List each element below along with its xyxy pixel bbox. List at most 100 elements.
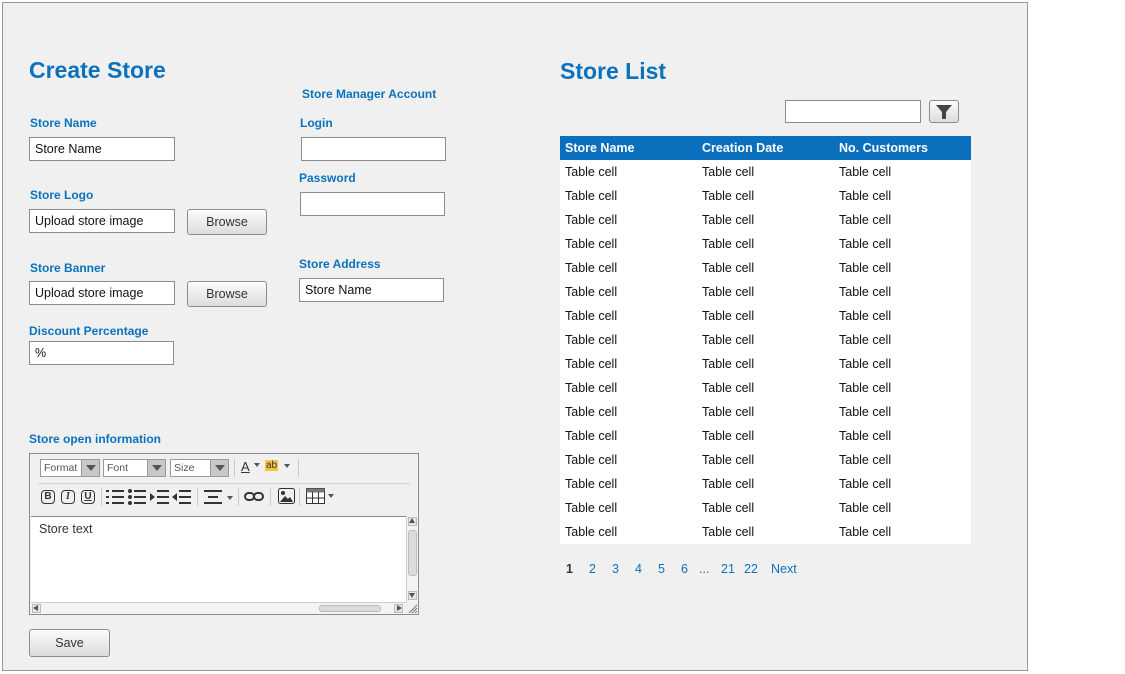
chevron-down-icon <box>254 463 260 467</box>
chevron-down-icon <box>227 496 233 500</box>
table-cell: Table cell <box>702 477 755 491</box>
underline-button[interactable]: U <box>81 490 95 504</box>
table-cell: Table cell <box>565 381 618 395</box>
chevron-up-icon <box>409 518 415 523</box>
column-header-store-name[interactable]: Store Name <box>560 136 697 160</box>
table-row[interactable]: Table cell Table cell Table cell <box>560 400 971 424</box>
toolbar-divider <box>298 459 299 477</box>
table-row[interactable]: Table cell Table cell Table cell <box>560 376 971 400</box>
indent-icon[interactable] <box>150 489 169 505</box>
table-row[interactable]: Table cell Table cell Table cell <box>560 448 971 472</box>
page-link[interactable]: 4 <box>635 562 658 576</box>
page-current: 1 <box>566 562 573 576</box>
page-link[interactable]: 6 <box>681 562 699 576</box>
editor-content-area[interactable]: Store text <box>31 516 406 602</box>
store-logo-label: Store Logo <box>30 188 94 202</box>
table-row[interactable]: Table cell Table cell Table cell <box>560 232 971 256</box>
table-row[interactable]: Table cell Table cell Table cell <box>560 496 971 520</box>
page-link[interactable]: 21 <box>721 562 744 576</box>
table-cell: Table cell <box>702 357 755 371</box>
discount-input[interactable]: % <box>29 341 174 365</box>
login-input[interactable] <box>301 137 446 161</box>
table-insert-button[interactable] <box>306 488 336 504</box>
store-banner-input[interactable]: Upload store image <box>29 281 175 305</box>
image-icon[interactable] <box>278 488 295 504</box>
table-cell: Table cell <box>839 429 892 443</box>
table-cell: Table cell <box>565 309 618 323</box>
table-cell: Table cell <box>839 189 892 203</box>
table-cell: Table cell <box>702 333 755 347</box>
editor-horizontal-scrollbar[interactable] <box>31 602 406 614</box>
toolbar-divider <box>299 488 300 506</box>
filter-button[interactable] <box>929 100 959 123</box>
table-cell: Table cell <box>565 357 618 371</box>
toolbar-row-divider <box>38 483 410 484</box>
format-select[interactable]: Format <box>40 459 100 477</box>
bullet-list-icon[interactable] <box>128 489 146 505</box>
column-header-customers[interactable]: No. Customers <box>834 136 971 160</box>
outdent-icon[interactable] <box>172 489 191 505</box>
discount-label: Discount Percentage <box>29 324 149 338</box>
highlight-color-button[interactable]: ab <box>264 459 292 477</box>
italic-button[interactable]: I <box>61 490 75 504</box>
font-select[interactable]: Font <box>103 459 166 477</box>
table-body: Table cell Table cell Table cell Table cell… <box>560 160 971 544</box>
chevron-down-icon <box>328 494 334 498</box>
next-page-link[interactable]: Next <box>771 562 797 576</box>
store-name-label: Store Name <box>30 116 97 130</box>
table-cell: Table cell <box>702 381 755 395</box>
table-row[interactable]: Table cell Table cell Table cell <box>560 352 971 376</box>
table-row[interactable]: Table cell Table cell Table cell <box>560 520 971 544</box>
store-logo-input[interactable]: Upload store image <box>29 209 175 233</box>
store-logo-browse-button[interactable]: Browse <box>187 209 267 235</box>
resize-grip-icon[interactable] <box>406 602 418 614</box>
page-link[interactable]: 5 <box>658 562 681 576</box>
table-row[interactable]: Table cell Table cell Table cell <box>560 184 971 208</box>
table-cell: Table cell <box>702 189 755 203</box>
store-address-input[interactable]: Store Name <box>299 278 444 302</box>
toolbar-divider <box>101 488 102 506</box>
table-cell: Table cell <box>702 165 755 179</box>
table-cell: Table cell <box>839 285 892 299</box>
table-row[interactable]: Table cell Table cell Table cell <box>560 472 971 496</box>
table-cell: Table cell <box>839 525 892 539</box>
store-name-input[interactable]: Store Name <box>29 137 175 161</box>
save-button[interactable]: Save <box>29 629 110 657</box>
toolbar-divider <box>197 488 198 506</box>
numbered-list-icon[interactable] <box>106 489 124 505</box>
table-row[interactable]: Table cell Table cell Table cell <box>560 328 971 352</box>
text-color-button[interactable]: A <box>240 459 262 477</box>
table-cell: Table cell <box>839 165 892 179</box>
table-row[interactable]: Table cell Table cell Table cell <box>560 256 971 280</box>
chevron-down-icon <box>284 464 290 468</box>
toolbar-divider <box>238 488 239 506</box>
size-select[interactable]: Size <box>170 459 229 477</box>
table-cell: Table cell <box>565 525 618 539</box>
bold-button[interactable]: B <box>41 490 55 504</box>
page-link[interactable]: 22 <box>744 562 771 576</box>
table-cell: Table cell <box>702 501 755 515</box>
align-center-icon <box>204 490 222 504</box>
store-banner-browse-button[interactable]: Browse <box>187 281 267 307</box>
vertical-scroll-thumb[interactable] <box>408 530 417 576</box>
table-cell: Table cell <box>702 525 755 539</box>
table-row[interactable]: Table cell Table cell Table cell <box>560 304 971 328</box>
link-icon[interactable] <box>244 490 264 504</box>
page-link[interactable]: 3 <box>612 562 635 576</box>
table-row[interactable]: Table cell Table cell Table cell <box>560 424 971 448</box>
table-row[interactable]: Table cell Table cell Table cell <box>560 280 971 304</box>
table-cell: Table cell <box>839 261 892 275</box>
table-row[interactable]: Table cell Table cell Table cell <box>560 160 971 184</box>
table-row[interactable]: Table cell Table cell Table cell <box>560 208 971 232</box>
horizontal-scroll-thumb[interactable] <box>319 605 381 612</box>
page-link[interactable]: 2 <box>589 562 612 576</box>
table-cell: Table cell <box>839 333 892 347</box>
table-cell: Table cell <box>565 237 618 251</box>
align-button[interactable] <box>204 489 234 505</box>
filter-input[interactable] <box>785 100 921 123</box>
password-input[interactable] <box>300 192 445 216</box>
column-header-creation-date[interactable]: Creation Date <box>697 136 834 160</box>
editor-vertical-scrollbar[interactable] <box>406 516 418 602</box>
font-select-value: Font <box>107 462 129 474</box>
table-cell: Table cell <box>565 189 618 203</box>
